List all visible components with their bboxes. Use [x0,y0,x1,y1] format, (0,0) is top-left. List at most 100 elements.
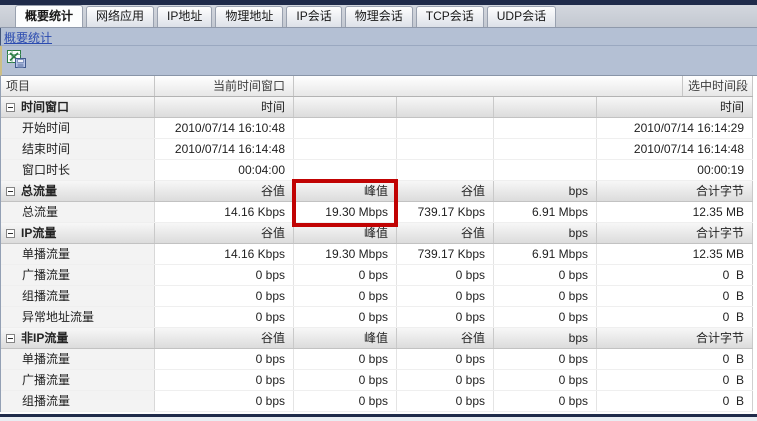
tab-summary-stats[interactable]: 概要统计 [15,5,84,27]
value-cell: 2010/07/14 16:14:48 [597,139,753,159]
grid-body: 时间窗口 时间 时间 开始时间 2010/07/14 16:10:48 2010/07/1… [0,97,753,412]
bottom-frame [0,412,757,421]
value-cell [294,97,397,117]
value-cell: 0 bps [155,286,294,306]
value-cell: 00:00:19 [597,160,753,180]
tab-network-apps[interactable]: 网络应用 [86,6,155,27]
value-cell: 0 B [597,349,753,369]
summary-stats-grid: 项目 当前时间窗口 选中时间段 时间窗口 时间 时间 开始时间 2010/07/14 1… [0,76,753,412]
item-label-cell: 组播流量 [0,286,155,306]
value-cell: 0 bps [494,349,597,369]
table-row[interactable]: 组播流量 0 bps 0 bps 0 bps 0 bps 0 B [0,391,753,412]
group-row[interactable]: 总流量 谷值 峰值 谷值 bps 合计字节 [0,181,753,202]
item-label-cell: 总流量 [0,181,155,201]
value-cell: 0 bps [155,349,294,369]
value-cell: 0 B [597,307,753,327]
table-row[interactable]: 窗口时长 00:04:00 00:00:19 [0,160,753,181]
value-cell [494,160,597,180]
value-cell: 0 bps [294,265,397,285]
table-row[interactable]: 开始时间 2010/07/14 16:10:48 2010/07/14 16:14:… [0,118,753,139]
table-row[interactable]: 结束时间 2010/07/14 16:14:48 2010/07/14 16:14:… [0,139,753,160]
value-cell: 0 bps [494,370,597,390]
item-label-cell: IP流量 [0,223,155,243]
value-cell: 14.16 Kbps [155,202,294,222]
value-cell: 12.35 MB [597,244,753,264]
value-cell: 0 bps [294,370,397,390]
table-row[interactable]: 组播流量 0 bps 0 bps 0 bps 0 bps 0 B [0,286,753,307]
column-header-current-window[interactable]: 当前时间窗口 [155,76,294,96]
column-header-item[interactable]: 项目 [0,76,155,96]
value-cell: 0 bps [494,307,597,327]
group-label: IP流量 [21,226,57,240]
tab-ip-address[interactable]: IP地址 [157,6,213,27]
group-label: 非IP流量 [21,331,69,345]
tab-udp-session[interactable]: UDP会话 [486,6,557,27]
value-cell: 峰值 [294,181,397,201]
value-cell: bps [494,328,597,348]
grid-header-row: 项目 当前时间窗口 选中时间段 [0,76,753,97]
value-cell: 739.17 Kbps [397,244,494,264]
export-to-excel-icon[interactable] [6,49,28,71]
group-row[interactable]: 非IP流量 谷值 峰值 谷值 bps 合计字节 [0,328,753,349]
collapse-minus-icon[interactable] [6,102,15,112]
value-cell: 0 bps [397,265,494,285]
value-cell: 0 bps [397,349,494,369]
value-cell: 0 bps [155,265,294,285]
value-cell: 合计字节 [597,181,753,201]
value-cell: 19.30 Mbps [294,202,397,222]
value-cell: 0 B [597,370,753,390]
value-cell: 谷值 [155,223,294,243]
tab-ip-session[interactable]: IP会话 [286,6,342,27]
value-cell: 0 bps [397,307,494,327]
value-cell: 谷值 [397,181,494,201]
table-row[interactable]: 单播流量 0 bps 0 bps 0 bps 0 bps 0 B [0,349,753,370]
value-cell: 0 B [597,391,753,411]
value-cell: 0 bps [294,307,397,327]
group-row[interactable]: IP流量 谷值 峰值 谷值 bps 合计字节 [0,223,753,244]
value-cell: 0 bps [494,265,597,285]
value-cell: 2010/07/14 16:10:48 [155,118,294,138]
value-cell: 6.91 Mbps [494,244,597,264]
tab-physical-session[interactable]: 物理会话 [344,6,413,27]
table-row[interactable]: 广播流量 0 bps 0 bps 0 bps 0 bps 0 B [0,370,753,391]
item-label-cell: 时间窗口 [0,97,155,117]
value-cell: 合计字节 [597,328,753,348]
value-cell: bps [494,223,597,243]
value-cell: 时间 [597,97,753,117]
value-cell: 6.91 Mbps [494,202,597,222]
summary-stats-link[interactable]: 概要统计 [4,31,52,45]
value-cell: 12.35 MB [597,202,753,222]
value-cell: 0 bps [397,286,494,306]
item-label-cell: 广播流量 [0,265,155,285]
value-cell: 0 bps [494,391,597,411]
value-cell [397,118,494,138]
value-cell: 时间 [155,97,294,117]
collapse-minus-icon[interactable] [6,228,15,238]
value-cell: 峰值 [294,223,397,243]
tab-physical-address[interactable]: 物理地址 [215,6,284,27]
group-row[interactable]: 时间窗口 时间 时间 [0,97,753,118]
table-row[interactable]: 广播流量 0 bps 0 bps 0 bps 0 bps 0 B [0,265,753,286]
group-label: 时间窗口 [21,100,70,114]
value-cell: 0 bps [294,349,397,369]
value-cell [397,139,494,159]
column-header-selected-range[interactable]: 选中时间段 [683,76,753,96]
item-label-cell: 异常地址流量 [0,307,155,327]
tab-tcp-session[interactable]: TCP会话 [415,6,484,27]
value-cell: 19.30 Mbps [294,244,397,264]
table-row[interactable]: 总流量 14.16 Kbps 19.30 Mbps 739.17 Kbps 6.91 M… [0,202,753,223]
value-cell: 0 bps [294,286,397,306]
collapse-minus-icon[interactable] [6,333,15,343]
app-window: 概要统计 网络应用 IP地址 物理地址 IP会话 物理会话 TCP会话 UDP会话 概要统计 … [0,0,757,421]
value-cell: 合计字节 [597,223,753,243]
collapse-minus-icon[interactable] [6,186,15,196]
value-cell: 峰值 [294,328,397,348]
value-cell: 0 B [597,286,753,306]
value-cell: 0 bps [397,391,494,411]
value-cell [494,97,597,117]
table-row[interactable]: 异常地址流量 0 bps 0 bps 0 bps 0 bps 0 B [0,307,753,328]
item-label-cell: 组播流量 [0,391,155,411]
table-row[interactable]: 单播流量 14.16 Kbps 19.30 Mbps 739.17 Kbps 6.91 … [0,244,753,265]
value-cell [294,160,397,180]
value-cell [494,118,597,138]
